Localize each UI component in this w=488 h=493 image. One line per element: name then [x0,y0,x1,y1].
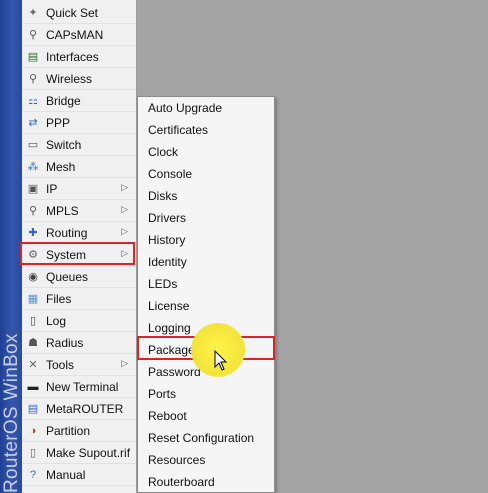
menu-item-label: Routing [46,225,88,240]
tools-icon: ✕ [28,359,38,371]
submenu-item-reset-configuration[interactable]: Reset Configuration [148,427,254,449]
folder-icon: ▦ [27,293,39,305]
menu-item-label: Wireless [46,71,93,86]
menu-item-label: Switch [46,137,82,152]
submenu-arrow-icon: ▷ [121,226,128,236]
ppp-icon: ⇄ [28,117,38,129]
menu-item-quick-set[interactable]: ✦ Quick Set [22,2,136,24]
menu-item-make-supout-rif[interactable]: ▯ Make Supout.rif [22,442,136,464]
submenu-item-auto-upgrade[interactable]: Auto Upgrade [148,97,222,119]
submenu-item-routerboard[interactable]: Routerboard [148,471,215,493]
mpls-icon: ⚲ [28,205,38,217]
menu-item-label: CAPsMAN [46,27,104,42]
menu-item-label: PPP [46,115,71,130]
switch-icon: ▭ [27,139,39,151]
menu-item-label: Partition [46,423,91,438]
menu-item-queues[interactable]: ◉ Queues [22,266,136,288]
submenu-item-reboot[interactable]: Reboot [148,405,187,427]
menu-item-label: Bridge [46,93,81,108]
wand-icon: ✦ [28,7,38,19]
bridge-icon: ⚏ [28,95,38,107]
submenu-item-identity[interactable]: Identity [148,251,187,273]
menu-item-bridge[interactable]: ⚏ Bridge [22,90,136,112]
queues-icon: ◉ [28,271,38,283]
menu-item-label: Interfaces [46,49,99,64]
submenu-item-console[interactable]: Console [148,163,192,185]
menu-item-label: MPLS [46,203,79,218]
menu-item-log[interactable]: ▯ Log [22,310,136,332]
metarouter-icon: ▤ [27,403,39,415]
menu-item-partition[interactable]: ◑ Partition [22,420,136,442]
winbox-vertical-strip: RouterOS WinBox [0,0,22,493]
menu-item-wireless[interactable]: ⚲ Wireless [22,68,136,90]
menu-item-switch[interactable]: ▭ Switch [22,134,136,156]
menu-item-ip[interactable]: ▣ IP ▷ [22,178,136,200]
menu-item-routing[interactable]: ✚ Routing ▷ [22,222,136,244]
submenu-item-resources[interactable]: Resources [148,449,205,471]
menu-item-label: Log [46,313,67,328]
menu-item-label: Make Supout.rif [46,445,131,460]
ip-icon: ▣ [27,183,39,195]
menu-item-ppp[interactable]: ⇄ PPP [22,112,136,134]
submenu-item-clock[interactable]: Clock [148,141,178,163]
terminal-icon: ▬ [27,380,39,393]
menu-item-new-terminal[interactable]: ▬ New Terminal [22,376,136,398]
submenu-item-certificates[interactable]: Certificates [148,119,208,141]
submenu-item-drivers[interactable]: Drivers [148,207,186,229]
mesh-icon: ⁂ [27,161,39,173]
radius-icon: ☗ [28,337,38,349]
menu-item-label: MetaROUTER [46,401,124,416]
menu-item-label: Radius [46,335,84,350]
submenu-arrow-icon: ▷ [121,358,128,368]
log-icon: ▯ [29,315,37,327]
vertical-app-title: RouterOS WinBox [1,333,22,493]
submenu-item-password[interactable]: Password [148,361,201,383]
menu-item-label: New Terminal [46,379,119,394]
menu-item-radius[interactable]: ☗ Radius [22,332,136,354]
system-submenu: Auto Upgrade Certificates Clock Console Disk… [137,96,275,493]
submenu-item-leds[interactable]: LEDs [148,273,177,295]
submenu-arrow-icon: ▷ [121,182,128,192]
menu-item-capsman[interactable]: ⚲ CAPsMAN [22,24,136,46]
menu-item-interfaces[interactable]: ▤ Interfaces [22,46,136,68]
interfaces-icon: ▤ [27,51,39,63]
menu-item-label: Tools [46,357,75,372]
submenu-item-ports[interactable]: Ports [148,383,176,405]
menu-item-label: Mesh [46,159,76,174]
menu-item-tools[interactable]: ✕ Tools ▷ [22,354,136,376]
document-icon: ▯ [29,447,37,459]
submenu-item-history[interactable]: History [148,229,185,251]
mouse-cursor-icon [214,350,228,371]
menu-item-label: Quick Set [46,5,99,20]
menu-item-label: Queues [46,269,89,284]
menu-item-label: Manual [46,467,86,482]
system-selection-highlight [20,242,135,265]
menu-item-mesh[interactable]: ⁂ Mesh [22,156,136,178]
menu-item-label: Files [46,291,72,306]
menu-item-files[interactable]: ▦ Files [22,288,136,310]
partition-icon: ◑ [29,424,37,437]
antenna-icon: ⚲ [28,29,38,41]
submenu-item-disks[interactable]: Disks [148,185,177,207]
submenu-item-license[interactable]: License [148,295,189,317]
menu-item-manual[interactable]: ? Manual [22,464,136,486]
menu-item-metarouter[interactable]: ▤ MetaROUTER [22,398,136,420]
help-icon: ? [29,468,37,481]
wireless-icon: ⚲ [28,73,38,85]
menu-item-label: IP [46,181,58,196]
menu-item-mpls[interactable]: ⚲ MPLS ▷ [22,200,136,222]
routing-icon: ✚ [28,227,38,239]
submenu-arrow-icon: ▷ [121,204,128,214]
